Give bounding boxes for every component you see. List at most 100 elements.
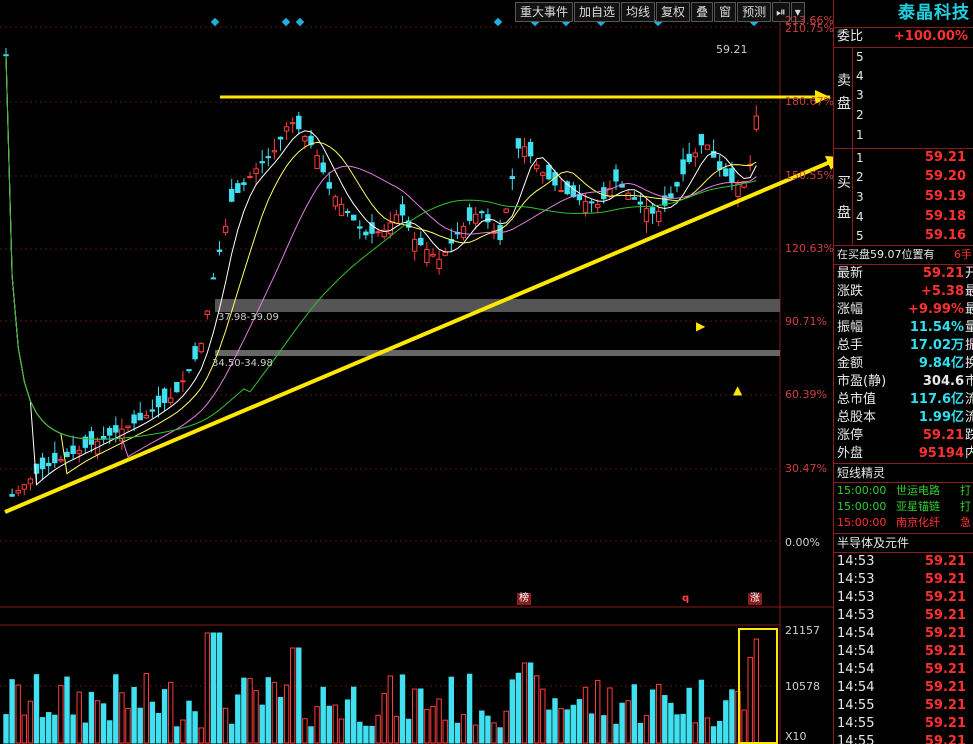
- candle-body: [473, 213, 479, 224]
- candle-body: [204, 310, 211, 316]
- candle-body: [351, 214, 357, 221]
- stat-label: 振幅: [837, 320, 864, 335]
- axis-label: 0.00%: [785, 536, 820, 549]
- tick-row: 14:55 59.21: [834, 697, 973, 715]
- candle-body: [546, 164, 552, 180]
- stat-row: 涨幅 +9.99%最: [834, 301, 973, 319]
- candle-body: [643, 208, 650, 223]
- major-events-button[interactable]: 重大事件: [515, 2, 574, 22]
- volume-bar: [588, 713, 595, 744]
- candle-body: [155, 395, 162, 408]
- volume-bar: [680, 713, 686, 744]
- kline-chart[interactable]: [0, 0, 833, 744]
- candle-body: [466, 207, 473, 221]
- volume-bar: [15, 684, 21, 744]
- candle-body: [503, 208, 509, 213]
- candle-body: [674, 182, 680, 187]
- volume-bar: [210, 632, 217, 744]
- volume-bar: [198, 727, 204, 744]
- volume-bar: [485, 715, 491, 744]
- rank-mark[interactable]: 榜: [517, 593, 531, 605]
- buy-level-row: 1 59.21: [856, 150, 966, 165]
- q-mark[interactable]: q: [680, 593, 691, 605]
- sell-label: 盘: [837, 96, 851, 112]
- candle-body: [540, 172, 546, 176]
- sell-label: 卖: [837, 73, 851, 89]
- ma60-line: [5, 54, 757, 440]
- tick-time: 14:55: [837, 698, 875, 713]
- volume-bar: [52, 714, 58, 744]
- stat-value: 59.21: [922, 266, 964, 281]
- volume-bar: [119, 692, 125, 744]
- candle-body: [399, 204, 406, 216]
- chart-toolbar: 重大事件 加自选 均线 复权 叠 窗 预测 ⏯ ▾: [515, 2, 806, 22]
- volume-bar: [686, 687, 692, 744]
- volume-bar: [265, 677, 272, 744]
- candle-body: [515, 138, 522, 149]
- volume-bar: [637, 722, 644, 744]
- volume-bar: [473, 724, 479, 744]
- candle-body: [241, 182, 247, 185]
- sell-level: 3: [856, 88, 864, 102]
- candle-body: [21, 484, 28, 490]
- sprite-title[interactable]: 短线精灵: [834, 464, 973, 482]
- candle-body: [192, 346, 198, 360]
- stat-tail: 跌: [965, 427, 973, 445]
- candle-body: [424, 249, 430, 263]
- sprite-name: 亚星锚链: [896, 500, 940, 513]
- stat-label: 总手: [837, 338, 864, 353]
- stat-row: 涨停 59.21跌: [834, 427, 973, 445]
- overlay-button[interactable]: 叠: [691, 2, 714, 22]
- tick-row: 14:55 59.21: [834, 715, 973, 733]
- stat-tail: 振: [965, 337, 973, 355]
- volume-bar: [131, 686, 137, 744]
- volume-bar: [326, 705, 333, 744]
- volume-bar: [174, 726, 180, 744]
- volume-bar: [399, 674, 406, 744]
- stat-row: 金额 9.84亿换: [834, 355, 973, 373]
- sprite-row[interactable]: 15:00:00 亚星锚链 打: [834, 499, 973, 515]
- volume-bar: [448, 676, 455, 744]
- volume-axis-label: 10578: [785, 680, 820, 693]
- candlesticks: [3, 48, 759, 498]
- candle-body: [631, 197, 637, 200]
- stat-value: 95194: [918, 446, 964, 461]
- volume-bar: [283, 684, 290, 744]
- volume-bar: [497, 727, 503, 744]
- volume-axis-label: X10: [785, 730, 807, 743]
- volume-bar: [277, 696, 284, 744]
- limit-up-mark[interactable]: 涨: [748, 593, 762, 605]
- window-button[interactable]: 窗: [714, 2, 737, 22]
- volume-bar: [204, 632, 211, 744]
- candle-body: [509, 176, 516, 180]
- volume-bar: [94, 700, 101, 744]
- tick-price: 59.21: [924, 554, 966, 569]
- adjust-button[interactable]: 复权: [656, 2, 691, 22]
- volume-bar: [454, 722, 461, 744]
- candle-body: [326, 182, 333, 189]
- sector-title[interactable]: 半导体及元件: [834, 534, 973, 552]
- ma-button[interactable]: 均线: [621, 2, 656, 22]
- axis-label: 120.63%: [785, 242, 834, 255]
- sprite-row[interactable]: 15:00:00 南京化纤 急: [834, 515, 973, 531]
- candle-body: [704, 144, 711, 150]
- candle-body: [723, 168, 729, 177]
- volume-bar: [143, 673, 150, 744]
- kline-chart-area[interactable]: 重大事件 加自选 均线 复权 叠 窗 预测 ⏯ ▾ 213.66% 210.75…: [0, 0, 834, 744]
- stat-row: 外盘 95194内: [834, 445, 973, 463]
- quote-panel: 泰晶科技 委比 +100.00% 卖 盘 5 4 3 2 1 买 盘 1 59.2…: [833, 0, 973, 744]
- add-watchlist-button[interactable]: 加自选: [574, 2, 621, 22]
- tick-price: 59.21: [924, 644, 966, 659]
- volume-bar: [558, 708, 564, 744]
- volume-bar: [308, 726, 314, 744]
- forecast-button[interactable]: 预测: [737, 2, 772, 22]
- volume-bar: [290, 647, 296, 744]
- support-band-1: [215, 299, 780, 312]
- axis-label: 180.67%: [785, 95, 834, 108]
- volume-bar: [363, 725, 369, 744]
- sprite-row[interactable]: 15:00:00 世运电路 打: [834, 483, 973, 499]
- volume-bar: [631, 684, 637, 744]
- candle-body: [338, 203, 345, 216]
- candle-body: [296, 115, 302, 130]
- volume-bar: [168, 681, 174, 744]
